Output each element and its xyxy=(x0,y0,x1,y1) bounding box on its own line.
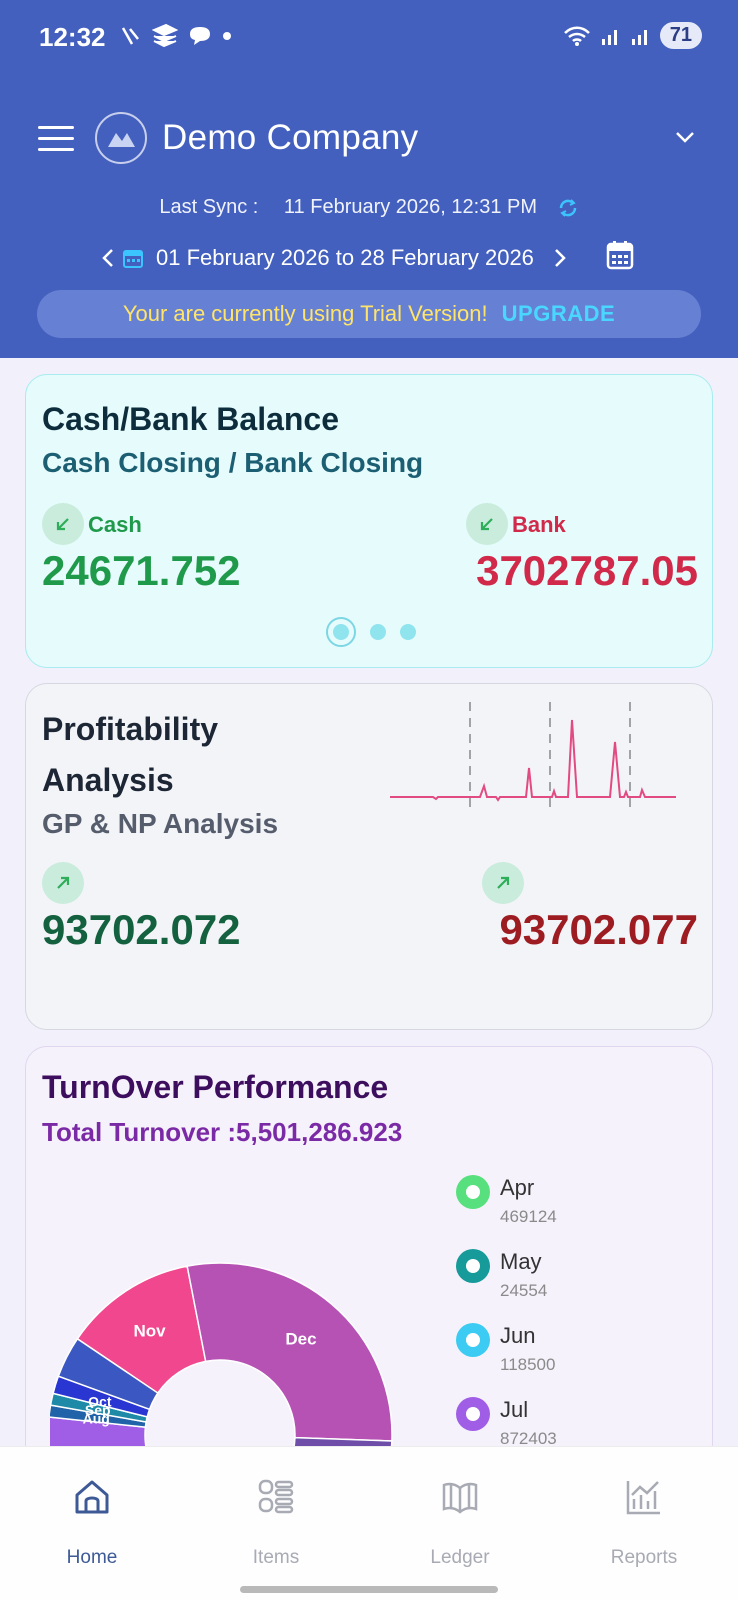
calendar-icon[interactable] xyxy=(606,240,634,270)
message-icon xyxy=(190,27,210,45)
donut-label-aug: Aug xyxy=(83,1411,110,1427)
signal-icon-2 xyxy=(631,29,647,45)
nav-ledger[interactable]: Ledger xyxy=(368,1447,552,1600)
wifi-icon xyxy=(563,26,590,46)
profitability-card[interactable]: Profitability Analysis GP & NP Analysis … xyxy=(25,683,713,1030)
signal-slash-icon xyxy=(121,27,139,45)
signal-icon xyxy=(601,29,617,45)
reports-chart-icon xyxy=(626,1481,660,1515)
legend-value: 24554 xyxy=(500,1281,548,1300)
legend-value: 118500 xyxy=(500,1355,556,1374)
system-icons: 71 xyxy=(562,22,702,49)
bank-label: Bank xyxy=(512,512,566,537)
nav-reports[interactable]: Reports xyxy=(552,1447,736,1600)
nav-items[interactable]: Items xyxy=(184,1447,368,1600)
chevron-left-icon[interactable] xyxy=(100,246,116,270)
card-title: Cash/Bank Balance xyxy=(42,401,340,437)
legend-month: Jun xyxy=(500,1323,536,1348)
menu-icon[interactable] xyxy=(38,126,74,152)
nav-label-home: Home xyxy=(66,1547,118,1568)
arrow-down-left-icon xyxy=(42,503,84,545)
np-value: 93702.077 xyxy=(499,906,698,953)
legend-swatch xyxy=(456,1323,490,1357)
chevron-right-icon[interactable] xyxy=(552,246,568,270)
trial-message: Your are currently using Trial Version! xyxy=(122,301,488,326)
carousel-dot[interactable] xyxy=(400,624,416,640)
arrow-up-right-icon xyxy=(482,862,524,904)
refresh-icon[interactable] xyxy=(557,197,579,219)
calendar-small-icon xyxy=(123,250,143,268)
arrow-up-right-icon xyxy=(42,862,84,904)
donut-slice-dec[interactable] xyxy=(186,1262,393,1442)
legend-month: May xyxy=(500,1249,542,1274)
battery-indicator: 71 xyxy=(659,22,702,49)
arrow-down-left-icon xyxy=(466,503,508,545)
ledger-book-icon xyxy=(442,1482,478,1514)
bank-value: 3702787.05 xyxy=(476,547,698,594)
nav-home[interactable]: Home xyxy=(0,1447,184,1600)
chevron-down-icon[interactable] xyxy=(672,124,698,150)
sync-value: 11 February 2026, 12:31 PM xyxy=(283,196,538,218)
status-bar: 12:32 71 xyxy=(0,18,738,58)
legend-swatch xyxy=(456,1397,490,1431)
donut-label-nov: Nov xyxy=(133,1322,166,1341)
profit-sparkline xyxy=(390,702,676,810)
legend-month: Apr xyxy=(500,1175,535,1200)
card-subtitle: Cash Closing / Bank Closing xyxy=(42,447,424,478)
cash-bank-card[interactable]: Cash/Bank Balance Cash Closing / Bank Cl… xyxy=(25,374,713,668)
gp-value: 93702.072 xyxy=(42,906,241,953)
home-gesture-bar[interactable] xyxy=(240,1586,498,1593)
app-header: 12:32 71 Demo Company Last Sync : 11 Feb… xyxy=(0,0,738,358)
carousel-dot[interactable] xyxy=(370,624,386,640)
carousel-dot-active[interactable] xyxy=(326,617,356,647)
card-title: TurnOver Performance xyxy=(42,1069,389,1105)
legend-swatch xyxy=(456,1175,490,1209)
nav-label-reports: Reports xyxy=(610,1547,678,1568)
dot-icon xyxy=(223,32,231,40)
bottom-navigation: Home Items Ledger Reports xyxy=(0,1446,738,1600)
card-title: Profitability Analysis xyxy=(42,704,218,806)
upgrade-link[interactable]: UPGRADE xyxy=(502,301,616,327)
trial-banner: Your are currently using Trial Version! … xyxy=(37,290,701,338)
title-line-2: Analysis xyxy=(42,762,174,798)
donut-label-dec: Dec xyxy=(285,1329,316,1348)
nav-label-ledger: Ledger xyxy=(430,1547,490,1568)
carousel-indicator xyxy=(326,617,416,647)
notification-icons xyxy=(120,24,232,48)
status-time: 12:32 xyxy=(39,22,106,52)
last-sync: Last Sync : 11 February 2026, 12:31 PM xyxy=(0,196,738,219)
turnover-card[interactable]: TurnOver Performance Total Turnover :5,5… xyxy=(25,1046,713,1466)
company-logo xyxy=(95,112,147,164)
card-subtitle: GP & NP Analysis xyxy=(42,808,279,839)
turnover-donut-chart[interactable]: NovDecOctSepAugJulJan xyxy=(50,1173,430,1466)
title-line-1: Profitability xyxy=(42,711,219,747)
nav-label-items: Items xyxy=(252,1547,300,1568)
home-icon xyxy=(75,1480,109,1514)
app-notification-icon xyxy=(152,24,178,48)
cash-label: Cash xyxy=(88,512,142,537)
date-range[interactable]: 01 February 2026 to 28 February 2026 xyxy=(156,245,534,271)
sync-label: Last Sync : xyxy=(159,196,259,218)
legend-month: Jul xyxy=(500,1397,529,1422)
cash-value: 24671.752 xyxy=(42,547,241,594)
total-turnover: Total Turnover :5,501,286.923 xyxy=(42,1117,403,1147)
items-grid-icon xyxy=(258,1479,294,1514)
date-range-row: 01 February 2026 to 28 February 2026 xyxy=(100,240,660,276)
legend-swatch xyxy=(456,1249,490,1283)
company-name[interactable]: Demo Company xyxy=(162,118,418,158)
legend-value: 469124 xyxy=(500,1207,557,1226)
